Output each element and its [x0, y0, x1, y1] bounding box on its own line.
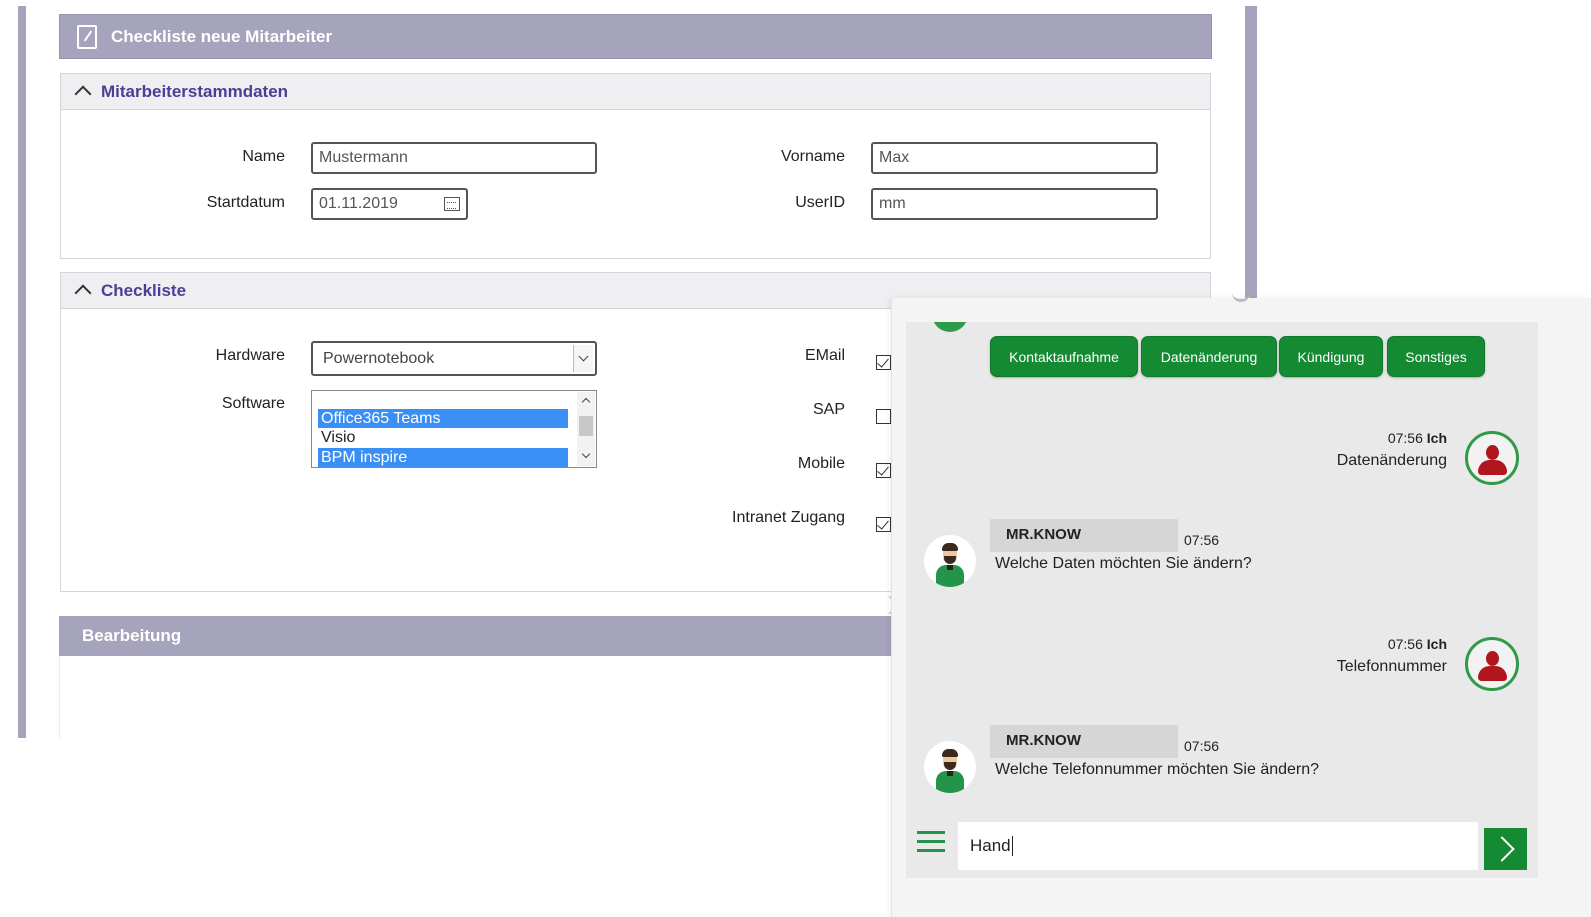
send-button[interactable] — [1484, 828, 1527, 870]
bot-message: Welche Telefonnummer möchten Sie ändern? — [995, 761, 1320, 778]
software-label: Software — [221, 395, 285, 412]
chat-input-bar: Hand — [906, 818, 1538, 878]
message-time: 07:56 — [1387, 430, 1423, 446]
chevron-up-icon[interactable] — [75, 287, 89, 301]
email-checkbox[interactable] — [876, 355, 891, 370]
chevron-up-icon[interactable] — [75, 88, 89, 102]
frame-left-border — [18, 6, 26, 738]
message-meta: 07:56 Ich — [1326, 636, 1447, 652]
quick-reply-kuendigung[interactable]: Kündigung — [1279, 336, 1383, 377]
sap-checkbox[interactable] — [876, 409, 891, 424]
vorname-input[interactable] — [871, 142, 1158, 174]
text-caret — [1011, 836, 1013, 856]
quick-reply-sonstiges[interactable]: Sonstiges — [1387, 336, 1485, 377]
chat-conversation: Kontaktaufnahme Datenänderung Kündigung … — [906, 322, 1538, 878]
vorname-label: Vorname — [780, 148, 845, 165]
chat-input-text: Hand — [970, 836, 1011, 855]
user-message: Telefonnummer — [1336, 658, 1447, 675]
sap-label: SAP — [812, 401, 845, 418]
edit-document-icon — [77, 24, 97, 49]
scroll-thumb[interactable] — [579, 416, 593, 436]
software-option[interactable]: Office365 Teams — [318, 409, 568, 428]
bot-avatar-icon — [924, 535, 976, 587]
bearbeitung-body — [59, 656, 894, 738]
bearbeitung-header: Bearbeitung — [59, 616, 894, 656]
hamburger-menu-icon[interactable] — [917, 831, 945, 853]
bot-message: Welche Daten möchten Sie ändern? — [995, 555, 1252, 572]
chat-message-input[interactable]: Hand — [958, 822, 1478, 870]
frame-right-border — [1245, 6, 1257, 298]
startdatum-picker[interactable] — [311, 188, 468, 220]
message-time: 07:56 — [1184, 532, 1220, 548]
intranet-checkbox[interactable] — [876, 517, 891, 532]
software-option[interactable]: BPM inspire — [318, 448, 568, 467]
bot-name: MR.KNOW — [990, 519, 1178, 552]
form-title: Checkliste neue Mitarbeiter — [111, 26, 333, 46]
software-option[interactable]: Visio — [318, 428, 568, 447]
section-header-stammdaten[interactable]: Mitarbeiterstammdaten — [61, 74, 1210, 110]
message-time: 07:56 — [1184, 738, 1220, 754]
hardware-selected-value: Powernotebook — [323, 350, 435, 367]
chatbot-window: Kontaktaufnahme Datenänderung Kündigung … — [891, 298, 1591, 917]
section-title: Mitarbeiterstammdaten — [101, 81, 289, 101]
intranet-label: Intranet Zugang — [732, 509, 845, 526]
userid-label: UserID — [795, 194, 845, 211]
calendar-icon[interactable] — [444, 197, 460, 211]
message-meta: 07:56 Ich — [1326, 430, 1447, 446]
scroll-up-icon[interactable] — [581, 397, 591, 407]
bot-avatar-icon — [924, 741, 976, 793]
mobile-label: Mobile — [797, 455, 845, 472]
email-label: EMail — [804, 347, 845, 364]
scroll-down-icon[interactable] — [581, 449, 591, 459]
message-sender: Ich — [1426, 430, 1447, 446]
chevron-down-icon[interactable] — [573, 345, 593, 372]
section-title: Checkliste — [101, 280, 187, 300]
mobile-checkbox[interactable] — [876, 463, 891, 478]
userid-input[interactable] — [871, 188, 1158, 220]
bot-avatar-partial — [932, 322, 968, 332]
name-input[interactable] — [311, 142, 597, 174]
user-message: Datenänderung — [1336, 452, 1447, 469]
user-avatar-icon — [1465, 431, 1519, 485]
hardware-select[interactable]: Powernotebook — [311, 341, 597, 376]
message-sender: Ich — [1426, 636, 1447, 652]
form-header: Checkliste neue Mitarbeiter — [59, 14, 1212, 59]
user-avatar-icon — [1465, 637, 1519, 691]
quick-reply-datenaenderung[interactable]: Datenänderung — [1141, 336, 1277, 377]
bot-name: MR.KNOW — [990, 725, 1178, 758]
message-time: 07:56 — [1387, 636, 1423, 652]
listbox-scrollbar[interactable] — [577, 392, 595, 466]
name-label: Name — [242, 148, 285, 165]
startdatum-label: Startdatum — [206, 194, 285, 211]
section-mitarbeiterstammdaten: Mitarbeiterstammdaten Name Vorname Start… — [60, 73, 1211, 259]
chat-drag-handle[interactable] — [1232, 290, 1250, 302]
screen: Checkliste neue Mitarbeiter Mitarbeiters… — [0, 0, 1591, 917]
quick-reply-kontaktaufnahme[interactable]: Kontaktaufnahme — [990, 336, 1138, 377]
hardware-label: Hardware — [215, 347, 285, 364]
software-listbox[interactable]: Office365 Teams Visio BPM inspire — [311, 390, 597, 468]
